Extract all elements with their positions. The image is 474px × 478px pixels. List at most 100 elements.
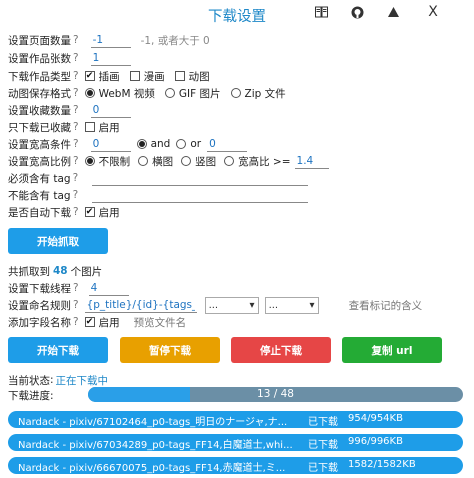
help-icon[interactable]: ? xyxy=(73,34,79,46)
download-type-row: 下载作品类型 ? ✔ 插画 漫画 动图 xyxy=(8,67,220,85)
download-item-status: 已下载 xyxy=(308,440,338,451)
radio-selected[interactable] xyxy=(84,88,95,98)
start-crawl-button[interactable]: 开始抓取 xyxy=(8,228,108,254)
naming-rule-input[interactable] xyxy=(84,297,197,313)
format-gif-option[interactable]: GIF 图片 xyxy=(164,86,221,101)
ratio-row: 设置宽高比例 ? 不限制 横图 竖图 宽高比 >= xyxy=(8,152,329,170)
stop-download-button[interactable]: 停止下载 xyxy=(231,337,331,363)
ugoira-format-label: 动图保存格式 xyxy=(8,87,71,100)
add-field-row: 添加字段名称 ? ✔ 启用 预览文件名 xyxy=(8,313,186,331)
triangle-up-icon[interactable] xyxy=(386,5,400,19)
format-zip-option[interactable]: Zip 文件 xyxy=(230,86,286,101)
help-icon[interactable]: ? xyxy=(73,155,79,167)
help-icon[interactable]: ? xyxy=(73,299,79,311)
must-tag-label: 必须含有 tag xyxy=(8,172,71,185)
download-item-size: 954/954KB xyxy=(348,413,403,424)
help-icon[interactable]: ? xyxy=(73,87,79,99)
book-icon[interactable] xyxy=(314,5,328,19)
help-icon[interactable]: ? xyxy=(73,282,79,294)
dialog-header: 下载设置 X xyxy=(0,0,474,28)
bookmark-count-input[interactable] xyxy=(90,102,131,118)
must-tag-input[interactable] xyxy=(92,170,309,186)
state-value: 正在下载中 xyxy=(55,374,109,387)
help-icon[interactable]: ? xyxy=(73,138,79,150)
height-input[interactable] xyxy=(207,136,248,152)
type-manga-option[interactable]: 漫画 xyxy=(129,69,165,84)
page-count-row: 设置页面数量 ? -1, 或者大于 0 xyxy=(8,31,210,49)
ratio-custom-option[interactable]: 宽高比 >= xyxy=(224,154,291,169)
bookmark-count-row: 设置收藏数量 ? xyxy=(8,101,131,119)
exclude-tag-label: 不能含有 tag xyxy=(8,189,71,202)
add-field-label: 添加字段名称 xyxy=(8,316,71,329)
header-icons: X xyxy=(314,4,440,20)
exclude-tag-input[interactable] xyxy=(92,187,309,203)
radio[interactable] xyxy=(224,156,235,166)
ratio-value-input[interactable] xyxy=(294,153,329,169)
progress-text: 13 / 48 xyxy=(257,388,294,400)
pause-download-button[interactable]: 暂停下载 xyxy=(120,337,220,363)
radio[interactable] xyxy=(176,139,187,149)
close-icon[interactable]: X xyxy=(426,4,440,20)
help-icon[interactable]: ? xyxy=(73,52,79,64)
help-icon[interactable]: ? xyxy=(73,121,79,133)
start-download-button[interactable]: 开始下载 xyxy=(8,337,108,363)
radio[interactable] xyxy=(138,156,149,166)
help-icon[interactable]: ? xyxy=(73,70,79,82)
ratio-label: 设置宽高比例 xyxy=(8,155,71,168)
help-icon[interactable]: ? xyxy=(73,206,79,218)
add-field-option[interactable]: ✔ 启用 xyxy=(84,315,120,330)
naming-select-2[interactable]: ... ▾ xyxy=(264,296,319,314)
download-item-name: Nardack - pixiv/67102464_p0-tags_明日のナージャ… xyxy=(18,417,288,428)
ratio-landscape-option[interactable]: 横图 xyxy=(138,154,173,169)
ratio-unlimited-option[interactable]: 不限制 xyxy=(84,154,130,169)
auto-download-option[interactable]: ✔ 启用 xyxy=(84,205,120,220)
only-bookmarked-option[interactable]: 启用 xyxy=(84,120,120,135)
width-input[interactable] xyxy=(90,136,131,152)
radio[interactable] xyxy=(181,156,192,166)
progress-row: 下载进度: xyxy=(8,386,54,404)
download-item-size: 1582/1582KB xyxy=(348,459,416,470)
help-icon[interactable]: ? xyxy=(73,189,79,201)
download-item-size: 996/996KB xyxy=(348,436,403,447)
radio[interactable] xyxy=(164,88,175,98)
radio[interactable] xyxy=(230,88,241,98)
or-option[interactable]: or xyxy=(176,138,201,150)
type-ugoira-option[interactable]: 动图 xyxy=(174,69,210,84)
format-webm-option[interactable]: WebM 视频 xyxy=(84,86,155,101)
threads-input[interactable] xyxy=(88,280,129,296)
help-icon[interactable]: ? xyxy=(73,104,79,116)
naming-select-1[interactable]: ... ▾ xyxy=(204,296,259,314)
chevron-down-icon: ▾ xyxy=(309,299,315,311)
radio-selected[interactable] xyxy=(84,156,95,166)
and-option[interactable]: and xyxy=(136,138,170,150)
size-condition-label: 设置宽高条件 xyxy=(8,138,71,151)
progress-bar: 13 / 48 xyxy=(88,387,463,402)
download-item-status: 已下载 xyxy=(308,417,338,428)
checkbox-checked[interactable]: ✔ xyxy=(84,71,95,81)
github-icon[interactable] xyxy=(350,5,364,19)
only-bookmarked-row: 只下载已收藏 ? 启用 xyxy=(8,118,130,136)
preview-filename-link[interactable]: 预览文件名 xyxy=(134,315,187,330)
checkbox[interactable] xyxy=(174,71,185,81)
checkbox[interactable] xyxy=(84,122,95,132)
threads-row: 设置下载线程 ? xyxy=(8,279,129,297)
copy-url-button[interactable]: 复制 url xyxy=(342,337,442,363)
naming-label: 设置命名规则 xyxy=(8,299,71,312)
help-icon[interactable]: ? xyxy=(73,316,79,328)
checkbox-checked[interactable]: ✔ xyxy=(84,207,95,217)
type-illust-option[interactable]: ✔ 插画 xyxy=(84,69,120,84)
chevron-down-icon: ▾ xyxy=(249,299,255,311)
download-item: Nardack - pixiv/66670075_p0-tags_FF14,赤魔… xyxy=(8,457,463,474)
threads-label: 设置下载线程 xyxy=(8,282,71,295)
checkbox-checked[interactable]: ✔ xyxy=(84,317,95,327)
ratio-portrait-option[interactable]: 竖图 xyxy=(181,154,216,169)
checkbox[interactable] xyxy=(129,71,140,81)
naming-row: 设置命名规则 ? ...▾ ...▾ 查看标记的含义 xyxy=(8,296,422,314)
help-icon[interactable]: ? xyxy=(73,172,79,184)
view-tags-meaning-link[interactable]: 查看标记的含义 xyxy=(349,298,423,313)
page-count-hint: -1, 或者大于 0 xyxy=(140,34,210,47)
work-count-input[interactable] xyxy=(90,50,131,66)
exclude-tag-row: 不能含有 tag ? xyxy=(8,186,309,204)
radio-selected[interactable] xyxy=(136,139,147,149)
page-count-input[interactable] xyxy=(90,32,131,48)
